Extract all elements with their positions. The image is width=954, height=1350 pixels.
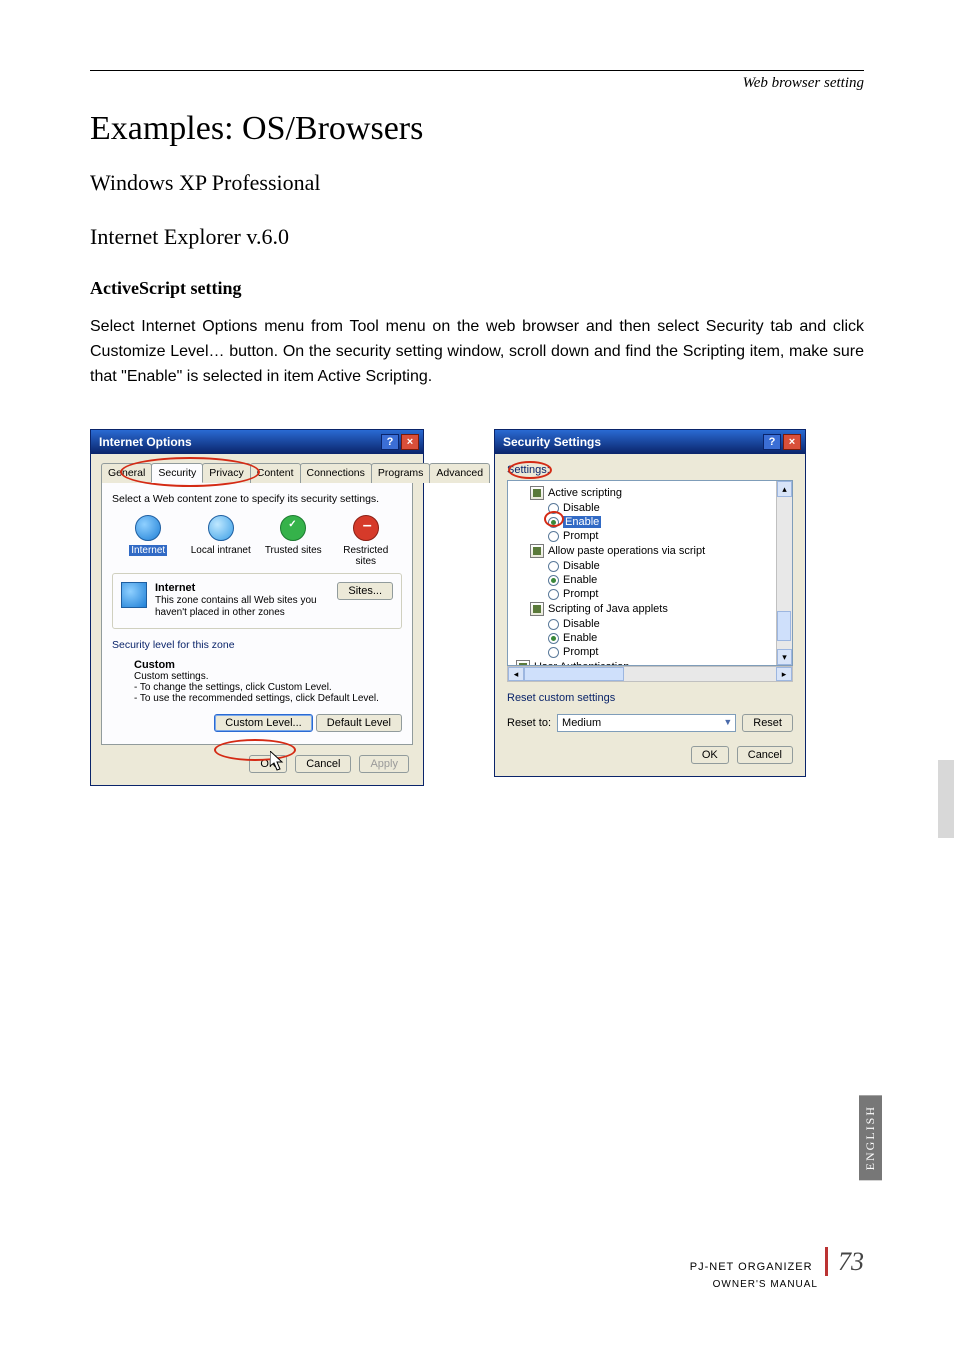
zone-restricted[interactable]: Restricted sites	[335, 515, 397, 567]
tab-general[interactable]: General	[101, 463, 152, 483]
tree-active-scripting: Active scripting	[548, 487, 622, 499]
custom-line1: Custom settings.	[134, 671, 402, 682]
os-heading: Windows XP Professional	[90, 170, 864, 196]
radio-icon[interactable]	[548, 531, 559, 542]
tree-java-applets: Scripting of Java applets	[548, 603, 668, 615]
sites-button[interactable]: Sites...	[337, 582, 393, 600]
custom-level-button[interactable]: Custom Level...	[214, 714, 312, 732]
category-icon	[530, 602, 544, 616]
page-footer: PJ-NET ORGANIZER 73 OWNER'S MANUAL	[690, 1247, 864, 1290]
radio-enable: Enable	[563, 574, 597, 586]
zone-trusted-label: Trusted sites	[265, 545, 322, 556]
scroll-right-icon[interactable]: ▸	[776, 667, 792, 681]
help-icon[interactable]: ?	[381, 434, 399, 450]
scroll-up-icon[interactable]: ▴	[777, 481, 792, 497]
settings-label: Settings:	[507, 464, 793, 476]
custom-line3: - To use the recommended settings, click…	[134, 693, 402, 704]
close-icon[interactable]: ×	[401, 434, 419, 450]
category-icon	[530, 544, 544, 558]
zone-trusted[interactable]: Trusted sites	[262, 515, 324, 567]
side-tab	[938, 760, 954, 838]
io-tabs: General Security Privacy Content Connect…	[101, 462, 413, 483]
reset-button[interactable]: Reset	[742, 714, 793, 732]
ss-titlebar[interactable]: Security Settings ? ×	[495, 430, 805, 454]
footer-product: PJ-NET ORGANIZER	[690, 1261, 813, 1273]
radio-icon[interactable]	[548, 575, 559, 586]
check-icon	[280, 515, 306, 541]
globe-icon	[208, 515, 234, 541]
cancel-button[interactable]: Cancel	[295, 755, 351, 773]
globe-icon	[121, 582, 147, 608]
radio-prompt: Prompt	[563, 530, 598, 542]
scroll-thumb[interactable]	[524, 667, 624, 681]
radio-disable: Disable	[563, 618, 600, 630]
category-icon	[530, 486, 544, 500]
io-intro: Select a Web content zone to specify its…	[112, 493, 402, 505]
page-number: 73	[825, 1247, 864, 1276]
radio-disable: Disable	[563, 502, 600, 514]
cancel-button[interactable]: Cancel	[737, 746, 793, 764]
radio-icon[interactable]	[548, 503, 559, 514]
radio-enable: Enable	[563, 632, 597, 644]
body-paragraph: Select Internet Options menu from Tool m…	[90, 315, 864, 389]
radio-icon[interactable]	[548, 517, 559, 528]
ok-button[interactable]: OK	[691, 746, 729, 764]
zone-local-label: Local intranet	[191, 545, 251, 556]
scroll-down-icon[interactable]: ▾	[777, 649, 792, 665]
tab-connections[interactable]: Connections	[300, 463, 372, 483]
minus-icon	[353, 515, 379, 541]
scroll-left-icon[interactable]: ◂	[508, 667, 524, 681]
zone-name: Internet	[155, 582, 195, 594]
scroll-thumb[interactable]	[777, 611, 791, 641]
header-section: Web browser setting	[90, 75, 864, 92]
radio-disable: Disable	[563, 560, 600, 572]
tab-security[interactable]: Security	[151, 463, 203, 483]
globe-icon	[135, 515, 161, 541]
custom-line2: - To change the settings, click Custom L…	[134, 682, 402, 693]
reset-group-label: Reset custom settings	[507, 692, 793, 704]
radio-prompt: Prompt	[563, 646, 598, 658]
radio-icon[interactable]	[548, 589, 559, 600]
help-icon[interactable]: ?	[763, 434, 781, 450]
radio-enable: Enable	[563, 516, 601, 528]
close-icon[interactable]: ×	[783, 434, 801, 450]
reset-to-label: Reset to:	[507, 717, 551, 729]
tree-allow-paste: Allow paste operations via script	[548, 545, 705, 557]
default-level-button[interactable]: Default Level	[316, 714, 402, 732]
zone-local-intranet[interactable]: Local intranet	[190, 515, 252, 567]
custom-label: Custom	[134, 659, 175, 671]
tab-advanced[interactable]: Advanced	[429, 463, 490, 483]
footer-manual: OWNER'S MANUAL	[690, 1279, 864, 1290]
settings-tree[interactable]: Active scripting Disable Enable Prompt A…	[507, 480, 793, 666]
browser-heading: Internet Explorer v.6.0	[90, 224, 864, 250]
tab-content[interactable]: Content	[250, 463, 301, 483]
radio-icon[interactable]	[548, 619, 559, 630]
cursor-icon	[270, 751, 284, 771]
zone-internet[interactable]: Internet	[117, 515, 179, 567]
setting-heading: ActiveScript setting	[90, 278, 864, 299]
ss-title: Security Settings	[503, 435, 601, 449]
zone-restricted-label: Restricted sites	[343, 545, 388, 567]
tab-privacy[interactable]: Privacy	[202, 463, 250, 483]
radio-icon[interactable]	[548, 647, 559, 658]
apply-button[interactable]: Apply	[359, 755, 409, 773]
language-tab: ENGLISH	[859, 1095, 882, 1180]
security-settings-dialog: Security Settings ? × Settings: Active s…	[494, 429, 806, 777]
zone-description: This zone contains all Web sites you hav…	[155, 595, 317, 618]
vertical-scrollbar[interactable]: ▴ ▾	[776, 481, 792, 665]
reset-to-combo[interactable]: Medium	[557, 714, 736, 732]
radio-prompt: Prompt	[563, 588, 598, 600]
io-title: Internet Options	[99, 435, 192, 449]
io-titlebar[interactable]: Internet Options ? ×	[91, 430, 423, 454]
zone-internet-label: Internet	[129, 545, 167, 556]
tab-programs[interactable]: Programs	[371, 463, 431, 483]
tree-user-auth: User Authentication	[534, 661, 629, 666]
security-level-label: Security level for this zone	[112, 639, 402, 651]
category-icon	[516, 660, 530, 666]
page-title: Examples: OS/Browsers	[90, 110, 864, 148]
internet-options-dialog: Internet Options ? × General Security Pr…	[90, 429, 424, 786]
radio-icon[interactable]	[548, 561, 559, 572]
radio-icon[interactable]	[548, 633, 559, 644]
horizontal-scrollbar[interactable]: ◂ ▸	[507, 666, 793, 682]
